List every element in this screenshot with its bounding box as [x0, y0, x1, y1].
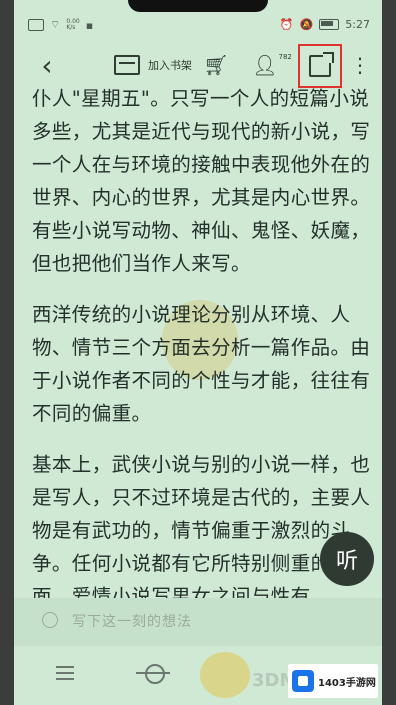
site-watermark: 1403手游网	[288, 664, 378, 698]
more-vertical-icon: ⋮	[350, 53, 370, 77]
reading-content[interactable]: 仆人"星期五"。只写一个人的短篇小说多些，尤其是近代与现代的新小说，写一个人在与…	[32, 88, 372, 598]
more-button[interactable]: ⋮	[350, 42, 370, 88]
comment-placeholder: 写下这一刻的想法	[72, 614, 192, 630]
paragraph: 基本上，武侠小说与别的小说一样，也是写人，只不过环境是古代的，主要人物是有武功的…	[32, 453, 371, 598]
progress-handle-icon[interactable]	[145, 664, 165, 684]
chevron-left-icon: ‹	[41, 48, 53, 82]
status-time: 5:27	[345, 18, 370, 31]
bookshelf-icon	[114, 55, 140, 75]
reader-toolbar: ‹ 加入书架 🛒︎ 👤︎ 782 ⋮	[14, 42, 382, 88]
user-button[interactable]: 👤︎ 782	[248, 42, 296, 88]
listen-label: 听	[335, 549, 358, 574]
site-name: 1403手游网	[318, 677, 376, 689]
add-to-shelf-label: 加入书架	[148, 59, 192, 72]
site-logo-icon	[292, 670, 314, 692]
add-to-shelf-button[interactable]: 加入书架	[98, 42, 208, 88]
camera-notch	[128, 0, 268, 12]
status-bar: ⌔ 0.00 K/s ▪ ⏰ 🔕 5:27	[14, 14, 382, 38]
user-badge: 782	[278, 53, 292, 61]
network-speed: 0.00 K/s	[66, 18, 80, 31]
share-button[interactable]	[298, 44, 342, 88]
user-icon: 👤︎	[252, 53, 278, 77]
paragraph: 仆人"星期五"。只写一个人的短篇小说多些，尤其是近代与现代的新小说，写一个人在与…	[32, 88, 371, 275]
comment-bar[interactable]: 写下这一刻的想法	[14, 598, 382, 646]
listen-button[interactable]: 听	[320, 532, 374, 586]
share-icon	[309, 52, 334, 77]
comment-icon	[42, 612, 58, 628]
battery-icon	[319, 19, 340, 30]
paragraph: 西洋传统的小说理论分别从环境、人物、情节三个方面去分析一篇作品。由于小说作者不同…	[32, 303, 371, 425]
mute-icon: 🔕	[299, 18, 314, 31]
signal-icon	[28, 19, 44, 31]
cart-icon: 🛒︎	[203, 53, 229, 77]
notification-icon: ▪	[85, 18, 94, 32]
wifi-icon: ⌔	[50, 18, 61, 31]
cart-button[interactable]: 🛒︎	[200, 42, 232, 88]
menu-icon[interactable]	[56, 666, 74, 680]
phone-screen: ⌔ 0.00 K/s ▪ ⏰ 🔕 5:27 ‹ 加入书架 🛒︎ 👤︎ 782 ⋮…	[14, 0, 382, 705]
bottom-nav: 3DM 1403手游网	[14, 650, 382, 705]
alarm-icon: ⏰	[279, 18, 294, 31]
watermark-mascot-icon	[200, 652, 250, 698]
back-button[interactable]: ‹	[32, 42, 62, 88]
